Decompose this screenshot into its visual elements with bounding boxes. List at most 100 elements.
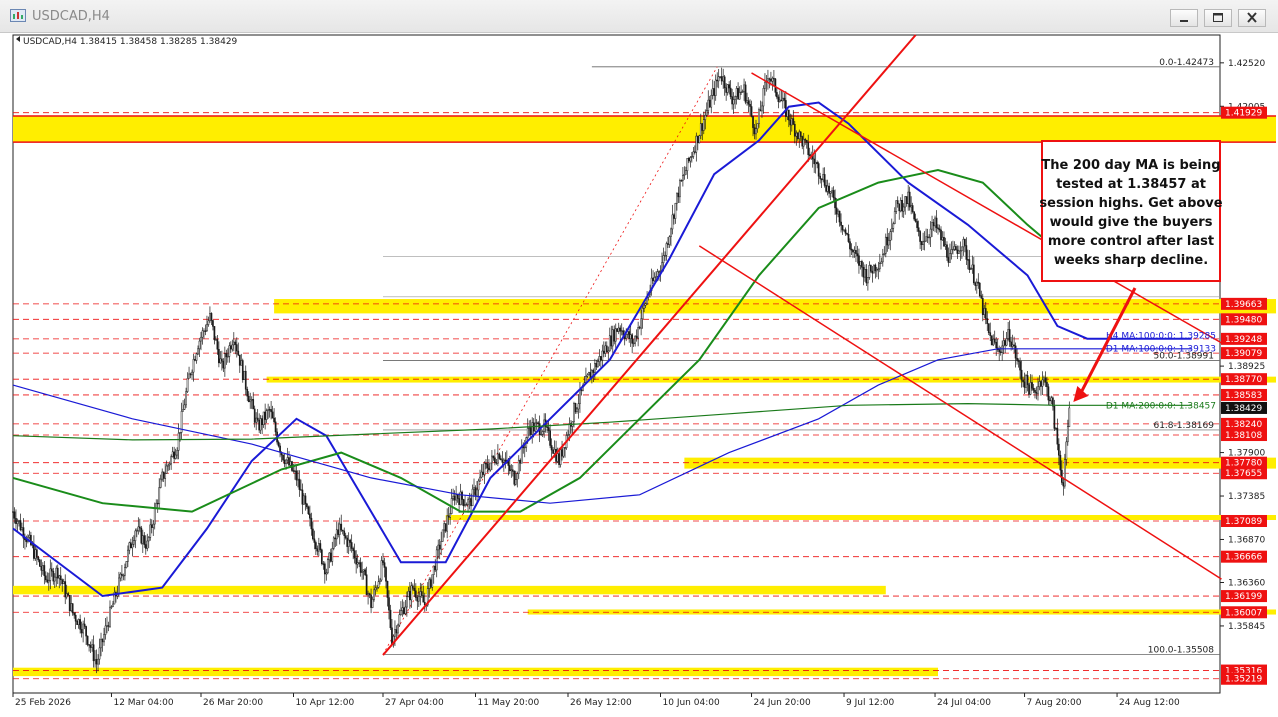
candle-body <box>986 318 989 324</box>
candle-body <box>673 214 675 219</box>
candle-body <box>1056 427 1059 445</box>
candle-body <box>131 544 134 549</box>
candle-body <box>334 537 337 540</box>
time-axis-label: 11 May 20:00 <box>478 698 540 708</box>
candle-body <box>382 560 384 563</box>
candle-body <box>677 192 680 198</box>
candle-body <box>253 408 256 423</box>
candle-body <box>747 100 750 105</box>
candle-body <box>152 523 155 528</box>
candle-body <box>206 324 208 332</box>
candle-body <box>171 451 174 457</box>
candle-body <box>726 84 729 93</box>
candle-body <box>271 411 274 419</box>
candle-body <box>67 593 70 596</box>
candle-body <box>141 535 144 544</box>
price-level-tag-label: 1.39663 <box>1225 300 1262 310</box>
candle-body <box>347 539 350 547</box>
candle-body <box>483 463 486 475</box>
candle-body <box>332 537 335 549</box>
moving-average-label: D1 MA:100:0:0: 1.39133 <box>1106 345 1216 355</box>
candle-body <box>1032 387 1035 391</box>
candle-body <box>365 574 368 596</box>
candle-body <box>294 470 296 472</box>
candle-body <box>1066 426 1069 443</box>
candle-body <box>68 594 71 612</box>
candle-body <box>361 570 363 573</box>
current-price-label: 1.38429 <box>1225 404 1262 414</box>
candle-body <box>344 535 347 539</box>
candle-body <box>698 135 701 144</box>
candle-body <box>438 544 441 550</box>
annotation-line: The 200 day MA is being <box>1041 158 1220 173</box>
candle-body <box>303 495 305 505</box>
candle-body <box>941 237 944 241</box>
candle-body <box>717 76 720 82</box>
candle-body <box>52 570 55 582</box>
restore-button[interactable] <box>1204 9 1232 27</box>
candle-body <box>801 136 804 147</box>
candle-body <box>793 123 796 137</box>
candle-body <box>616 328 619 332</box>
minimize-button[interactable] <box>1170 9 1198 27</box>
candle-body <box>33 544 35 559</box>
candle-body <box>370 594 372 608</box>
title-bar[interactable]: USDCAD,H4 <box>0 0 1278 33</box>
candle-body <box>262 411 265 425</box>
candle-body <box>716 79 719 82</box>
candle-body <box>13 511 16 519</box>
candle-body <box>312 528 314 540</box>
candle-body <box>258 419 261 431</box>
candle-body <box>728 84 730 89</box>
candle-body <box>855 250 857 254</box>
candle-body <box>79 619 81 630</box>
candle-body <box>97 658 99 665</box>
candle-body <box>1068 407 1071 427</box>
candle-body <box>221 358 223 362</box>
candle-body <box>310 517 313 530</box>
candle-body <box>656 271 659 277</box>
candle-body <box>1046 382 1048 388</box>
candle-body <box>186 378 189 392</box>
candle-body <box>61 579 64 585</box>
candle-body <box>819 175 822 179</box>
candle-body <box>688 158 690 162</box>
candle-body <box>732 99 735 105</box>
moving-average-label: D1 MA:200:0:0: 1.38457 <box>1106 402 1216 412</box>
terminal-window: USDCAD,H4 0.0-1.42473 50.0-1.38991 61.8-1.… <box>0 0 1278 717</box>
candle-body <box>200 336 202 342</box>
candle-body <box>668 236 671 245</box>
candle-body <box>964 238 966 246</box>
candle-body <box>597 361 599 368</box>
candle-body <box>98 647 101 660</box>
candle-body <box>802 139 805 147</box>
candle-body <box>720 76 723 82</box>
candle-body <box>767 78 769 82</box>
candle-body <box>295 470 298 481</box>
close-button[interactable] <box>1238 9 1266 27</box>
time-axis-label: 24 Jul 04:00 <box>937 698 991 708</box>
candle-body <box>159 478 162 488</box>
candle-body <box>16 521 19 524</box>
candle-body <box>394 629 396 637</box>
candle-body <box>95 659 98 665</box>
candle-body <box>100 638 102 649</box>
candle-body <box>353 550 356 559</box>
candle-body <box>410 585 413 601</box>
candle-body <box>889 231 892 241</box>
candle-body <box>926 236 929 238</box>
candle-body <box>938 228 941 231</box>
candle-body <box>628 331 631 340</box>
candle-body <box>389 609 392 629</box>
candle-body <box>682 175 684 181</box>
chart-area[interactable]: 0.0-1.42473 50.0-1.38991 61.8-1.38169 100.0… <box>10 33 1276 717</box>
candle-body <box>422 595 425 603</box>
candle-body <box>31 544 34 546</box>
restore-icon <box>1213 13 1223 22</box>
candle-body <box>504 459 507 462</box>
candle-body <box>696 135 699 144</box>
price-chart[interactable]: 0.0-1.4247350.0-1.3899161.8-1.38169100.0… <box>10 33 1276 717</box>
candle-body <box>414 590 417 598</box>
candle-body <box>917 227 920 232</box>
candle-body <box>773 77 775 80</box>
